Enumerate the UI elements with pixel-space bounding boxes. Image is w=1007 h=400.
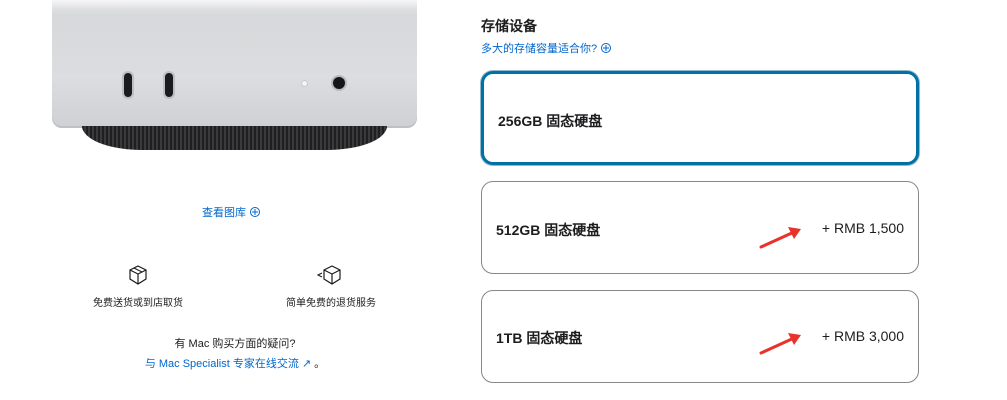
mac-mini-body — [52, 0, 417, 128]
plus-circle-icon — [250, 207, 260, 217]
storage-help-label: 多大的存储容量适合你? — [481, 43, 598, 55]
storage-help-link[interactable]: 多大的存储容量适合你? — [481, 40, 612, 56]
storage-option-1tb[interactable]: 1TB 固态硬盘 + RMB 3,000 — [481, 290, 919, 383]
view-gallery-label: 查看图库 — [202, 207, 246, 219]
product-image-mac-mini — [52, 0, 417, 152]
headphone-jack-icon — [333, 77, 345, 89]
usb-c-port-icon — [165, 73, 173, 97]
storage-option-price: + RMB 3,000 — [821, 328, 904, 344]
annotation-arrow-icon — [759, 333, 801, 355]
storage-section-title: 存储设备 — [481, 18, 537, 34]
box-icon — [129, 265, 147, 285]
feature-free-returns: 简单免费的退货服务 — [283, 264, 379, 309]
mac-mini-vent — [82, 126, 387, 150]
storage-option-256gb[interactable]: 256GB 固态硬盘 — [481, 71, 919, 165]
return-box-icon — [317, 265, 341, 285]
plus-circle-icon — [601, 43, 612, 53]
help-question: 有 Mac 购买方面的疑问? — [174, 338, 296, 350]
storage-option-price: + RMB 1,500 — [821, 220, 904, 236]
storage-option-label: 256GB 固态硬盘 — [498, 113, 603, 129]
annotation-arrow-icon — [759, 227, 801, 249]
power-led-icon — [302, 81, 307, 86]
usb-c-port-icon — [124, 73, 132, 97]
feature-label: 免费送货或到店取货 — [93, 298, 183, 309]
feature-label: 简单免费的退货服务 — [286, 298, 376, 309]
storage-option-label: 512GB 固态硬盘 — [496, 222, 601, 238]
mac-specialist-chat-link[interactable]: 与 Mac Specialist 专家在线交流 ↗ — [145, 358, 311, 370]
storage-option-label: 1TB 固态硬盘 — [496, 330, 583, 346]
feature-free-delivery: 免费送货或到店取货 — [93, 264, 183, 309]
help-line: 与 Mac Specialist 专家在线交流 ↗ 。 — [0, 355, 470, 371]
help-link-suffix: 。 — [311, 358, 326, 370]
view-gallery-link[interactable]: 查看图库 — [202, 204, 260, 220]
storage-option-512gb[interactable]: 512GB 固态硬盘 + RMB 1,500 — [481, 181, 919, 274]
